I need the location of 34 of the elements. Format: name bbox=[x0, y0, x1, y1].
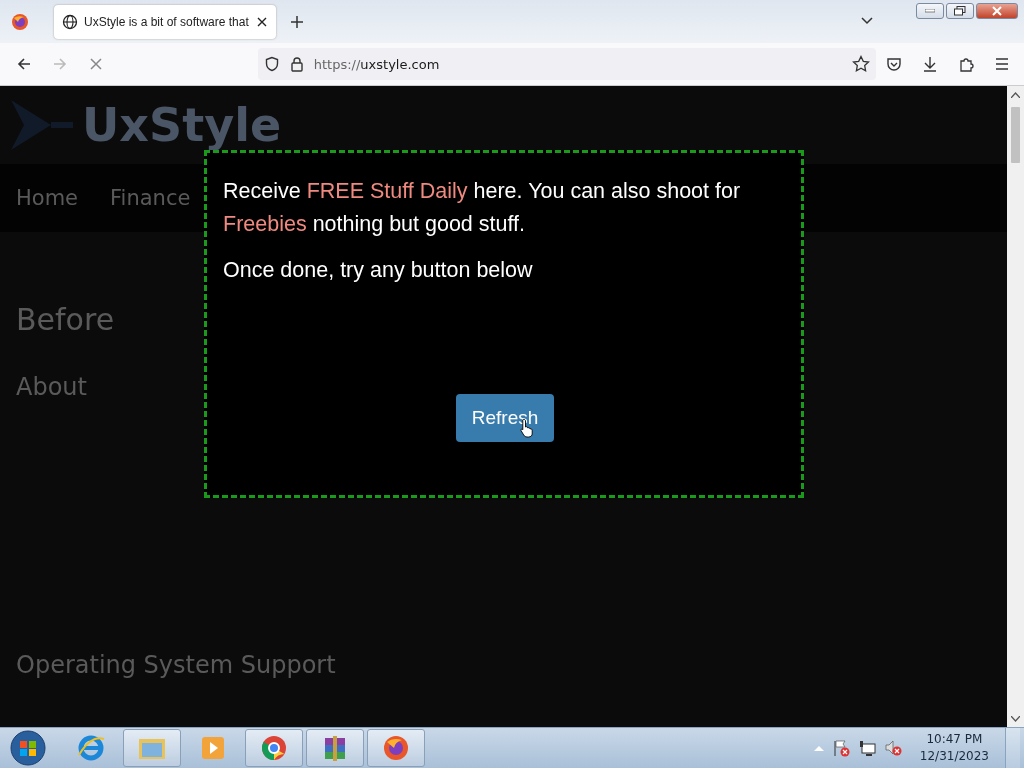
close-icon bbox=[992, 6, 1002, 16]
new-tab-icon[interactable] bbox=[290, 14, 304, 29]
firefox-icon[interactable] bbox=[10, 11, 30, 32]
lock-icon[interactable] bbox=[289, 56, 304, 72]
minimize-icon bbox=[925, 9, 935, 13]
section-heading: Before bbox=[16, 302, 116, 337]
chrome-icon[interactable] bbox=[245, 729, 303, 767]
address-bar[interactable]: https://uxstyle.com bbox=[257, 48, 876, 80]
site-logo[interactable]: UxStyle bbox=[82, 98, 282, 152]
flag-icon[interactable] bbox=[831, 739, 850, 757]
scrollbar-thumb[interactable] bbox=[1011, 107, 1020, 163]
clock[interactable]: 10:47 PM 12/31/2023 bbox=[919, 731, 989, 765]
back-arrow-icon[interactable] bbox=[15, 56, 32, 72]
popup-message: Once done, try any button below bbox=[223, 257, 534, 284]
restore-icon bbox=[954, 6, 966, 16]
popup-message: Receive FREE Stuff Daily here. You can also shoot for Freebies nothing but good stuff. bbox=[223, 178, 742, 238]
nav-link[interactable]: Home bbox=[16, 186, 78, 210]
firefox-icon[interactable] bbox=[367, 729, 425, 767]
restore-button[interactable] bbox=[946, 3, 974, 19]
archive-icon[interactable] bbox=[306, 729, 364, 767]
refresh-button[interactable]: Refresh bbox=[455, 394, 555, 442]
close-icon[interactable] bbox=[256, 15, 268, 28]
close-button[interactable] bbox=[976, 3, 1018, 19]
stop-icon[interactable] bbox=[88, 57, 103, 71]
globe-icon bbox=[62, 13, 78, 30]
start-button[interactable] bbox=[8, 728, 48, 768]
section-heading: Operating System Support bbox=[16, 651, 337, 679]
browser-tab[interactable]: UxStyle is a bit of software that bbox=[54, 4, 276, 39]
volume-icon[interactable] bbox=[883, 739, 902, 757]
shield-icon[interactable] bbox=[263, 56, 280, 72]
network-icon[interactable] bbox=[857, 739, 876, 757]
section-heading: About bbox=[16, 373, 88, 401]
star-icon[interactable] bbox=[852, 55, 870, 73]
nav-link[interactable]: Finance bbox=[110, 186, 191, 210]
